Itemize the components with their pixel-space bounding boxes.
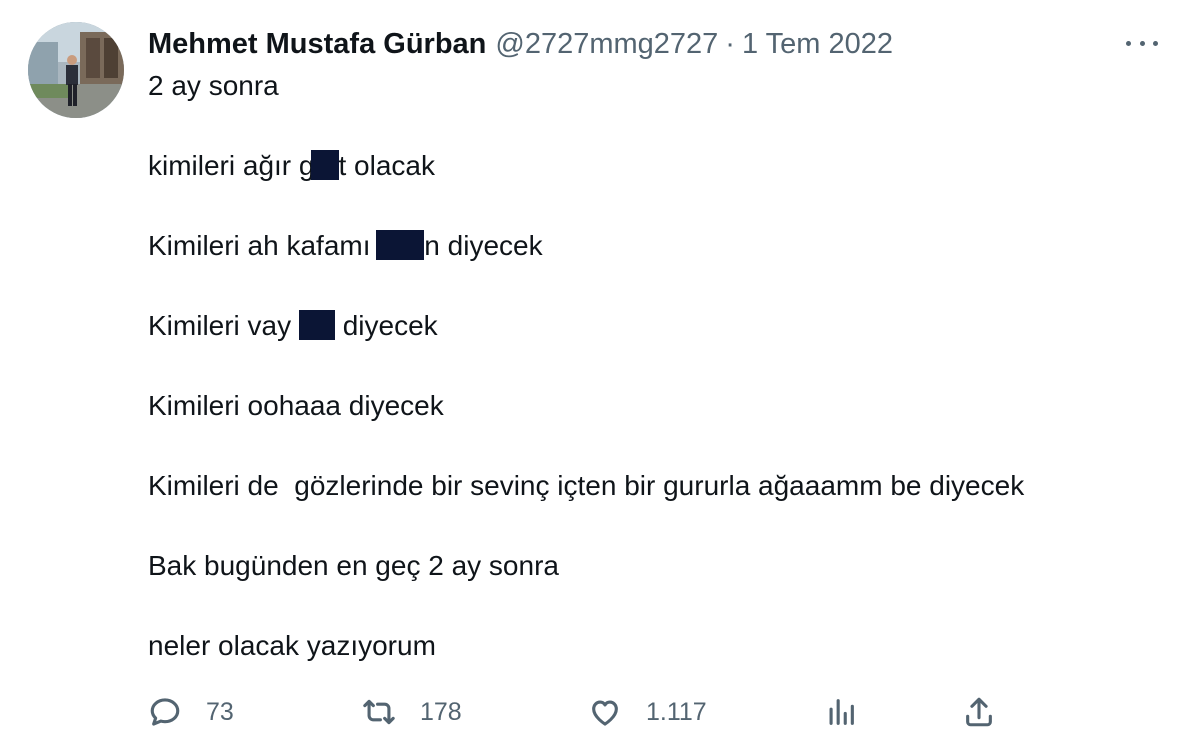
redaction-block	[376, 230, 425, 260]
tweet-text: Bak bugünden en geç 2 ay sonra	[148, 550, 559, 581]
retweet-count: 178	[420, 697, 462, 726]
tweet-header: Mehmet Mustafa Gürban @2727mmg2727 · 1 T…	[148, 24, 893, 64]
redaction-block	[298, 310, 335, 340]
author-handle[interactable]: @2727mmg2727	[495, 28, 718, 61]
tweet-text: n diyecek	[424, 230, 543, 261]
tweet-text: Kimileri vay	[148, 310, 299, 341]
more-dot	[1153, 40, 1158, 46]
more-options-button[interactable]	[1124, 30, 1160, 56]
like-count: 1.117	[646, 697, 707, 726]
more-dot	[1139, 40, 1145, 46]
tweet-text: Kimileri de gözlerinde bir sevinç içten …	[148, 470, 1025, 501]
reply-icon	[150, 698, 180, 726]
reply-button[interactable]: 73	[148, 690, 234, 734]
tweet-text-line: Bak bugünden en geç 2 ay sonra	[148, 546, 559, 586]
tweet-text: 2 ay sonra	[148, 70, 279, 101]
reply-count: 73	[206, 697, 234, 726]
tweet-text-line: Kimileri ah kafamı n diyecek	[148, 226, 543, 266]
tweet-text: neler olacak yazıyorum	[148, 630, 436, 661]
avatar[interactable]	[28, 22, 124, 118]
more-horizontal-icon	[1126, 40, 1131, 46]
separator-dot: ·	[725, 27, 735, 60]
tweet-text: kimileri ağır	[148, 150, 299, 181]
tweet-actions: 73 178 1.117	[148, 690, 1008, 734]
tweet-text-line: Kimileri de gözlerinde bir sevinç içten …	[148, 466, 1024, 506]
like-button[interactable]: 1.117	[588, 690, 707, 734]
tweet-text-line: Kimileri vay diyecek	[148, 306, 438, 346]
tweet-text-line: 2 ay sonra	[148, 66, 279, 106]
share-button[interactable]	[962, 690, 996, 734]
tweet-text: Kimileri ah kafamı	[148, 230, 379, 261]
share-icon	[966, 697, 992, 727]
avatar-photo	[28, 22, 124, 118]
author-name[interactable]: Mehmet Mustafa Gürban	[148, 28, 486, 61]
analytics-icon	[829, 699, 854, 725]
views-button[interactable]	[824, 690, 858, 734]
tweet-text-line: neler olacak yazıyorum	[148, 626, 436, 666]
tweet-text: diyecek	[334, 310, 438, 341]
heart-icon	[592, 700, 618, 726]
retweet-button[interactable]: 178	[362, 690, 462, 734]
retweet-icon	[363, 699, 395, 725]
tweet-text-line: Kimileri oohaaa diyecek	[148, 386, 444, 426]
redaction-block	[310, 150, 339, 180]
tweet-date[interactable]: 1 Tem 2022	[742, 28, 893, 61]
tweet-text-line: kimileri ağır gt olacak	[148, 146, 435, 186]
tweet-text: Kimileri oohaaa diyecek	[148, 390, 444, 421]
tweet-text: t olacak	[338, 150, 436, 181]
